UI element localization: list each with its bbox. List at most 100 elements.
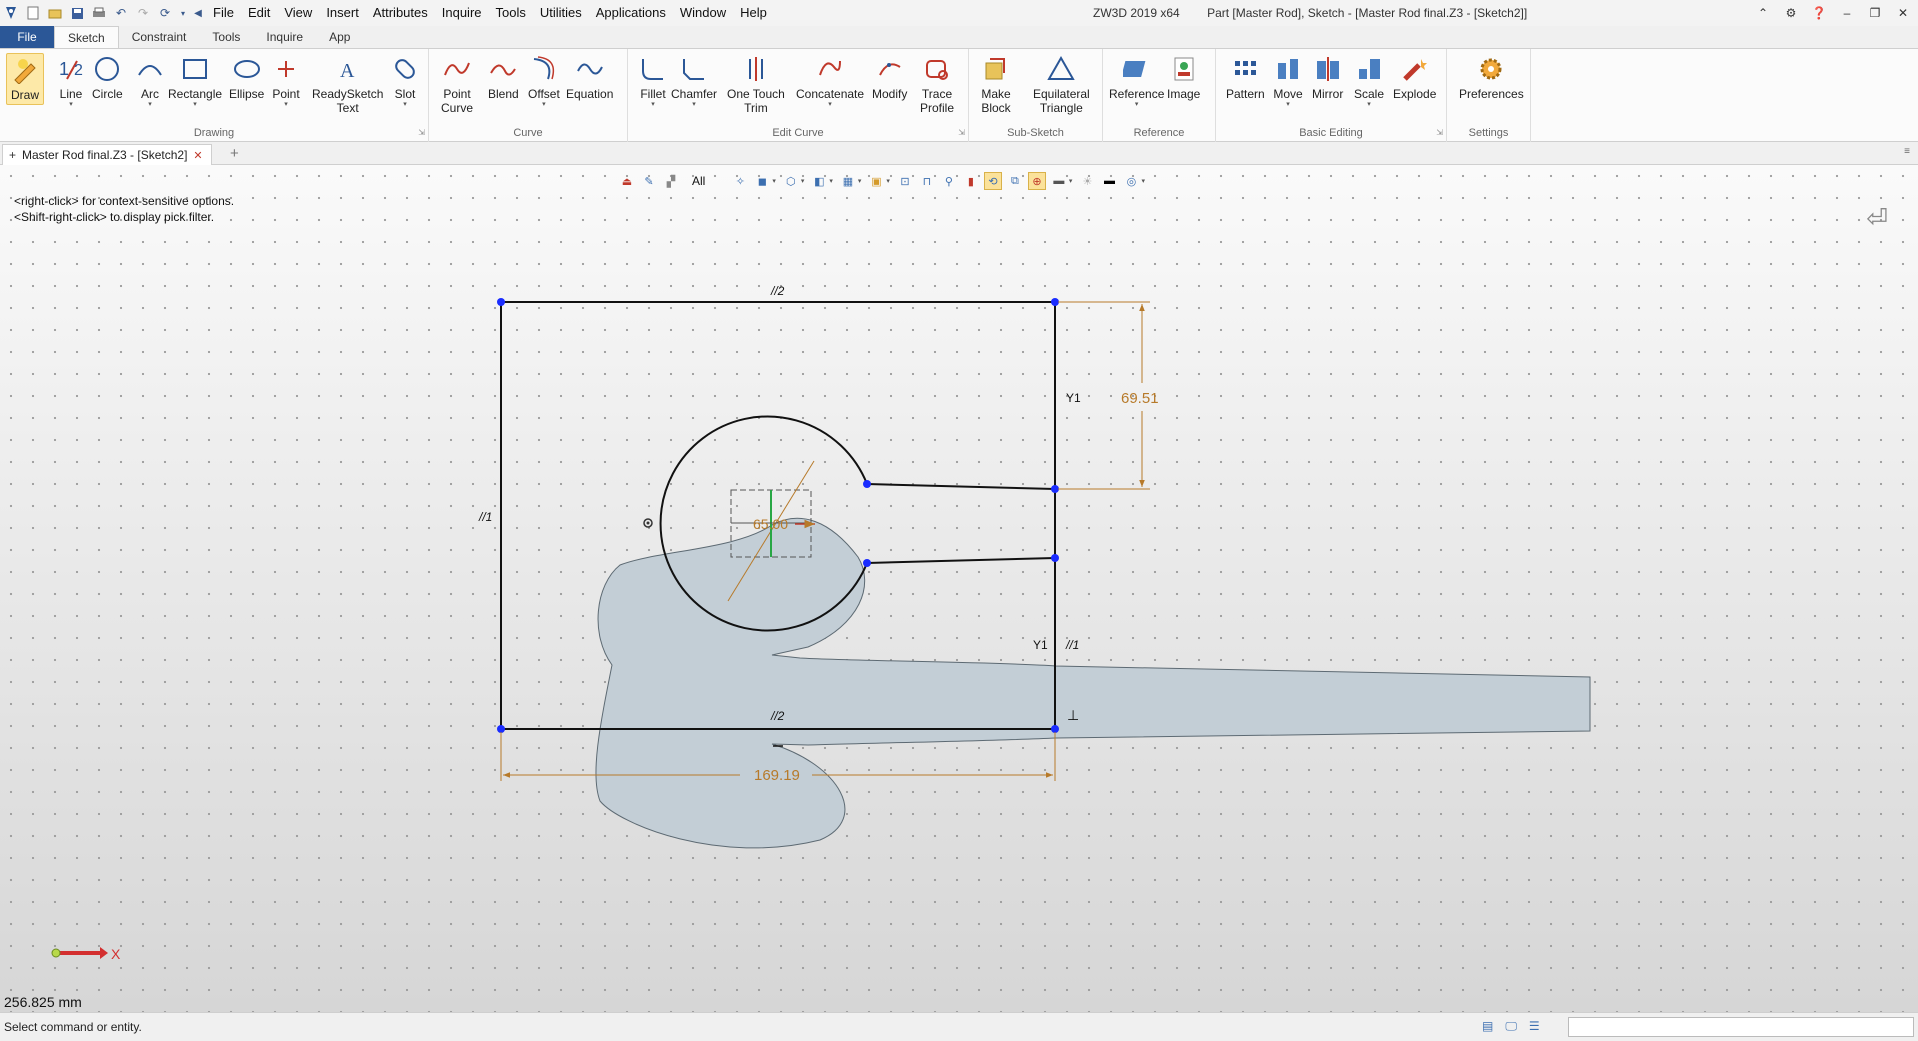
menu-view[interactable]: View xyxy=(277,0,319,26)
offset-button[interactable]: Offset ▾ xyxy=(528,53,560,109)
neck-lower-edge[interactable] xyxy=(866,557,1056,564)
tab-sketch[interactable]: Sketch xyxy=(54,26,119,48)
pattern-button[interactable]: Pattern xyxy=(1226,53,1265,101)
x-axis-indicator: X xyxy=(51,946,121,962)
text-icon: A xyxy=(333,53,363,85)
dialog-launcher-icon[interactable]: ⇲ xyxy=(958,128,965,137)
diameter-dimension[interactable]: 65.00 xyxy=(753,516,788,532)
settings-gear-icon[interactable]: ⚙ xyxy=(1782,6,1800,20)
sketch-viewport[interactable]: <right-click> for context-sensitive opti… xyxy=(0,165,1918,1012)
make-block-button[interactable]: Make Block xyxy=(981,53,1011,115)
open-folder-icon[interactable] xyxy=(47,5,63,21)
menu-edit[interactable]: Edit xyxy=(241,0,277,26)
add-tab-icon[interactable]: + xyxy=(230,145,239,162)
menu-inquire[interactable]: Inquire xyxy=(435,0,489,26)
point-curve-button[interactable]: Point Curve xyxy=(441,53,473,115)
menu-utilities[interactable]: Utilities xyxy=(533,0,589,26)
fillet-button[interactable]: Fillet ▾ xyxy=(638,53,668,109)
menu-applications[interactable]: Applications xyxy=(589,0,673,26)
menu-insert[interactable]: Insert xyxy=(319,0,366,26)
preferences-button[interactable]: Preferences xyxy=(1459,53,1524,101)
one-touch-trim-button[interactable]: One Touch Trim xyxy=(727,53,785,115)
move-button[interactable]: Move ▾ xyxy=(1273,53,1303,109)
line-button[interactable]: 12 Line ▾ xyxy=(56,53,86,109)
chamfer-button[interactable]: Chamfer ▾ xyxy=(671,53,717,109)
point-button[interactable]: Point ▾ xyxy=(271,53,301,109)
parallel-constraint-left[interactable]: //1 xyxy=(478,510,492,524)
image-button[interactable]: Image xyxy=(1167,53,1200,101)
tab-app[interactable]: App xyxy=(316,26,363,48)
circle-button[interactable]: Circle xyxy=(92,53,123,101)
vertex-rect-upper[interactable] xyxy=(1051,485,1059,493)
menu-tools[interactable]: Tools xyxy=(489,0,533,26)
vertex-neck-lower[interactable] xyxy=(863,559,871,567)
parallel-constraint-right[interactable]: //1 xyxy=(1065,638,1079,652)
rectangle-button[interactable]: Rectangle ▾ xyxy=(168,53,222,109)
neck-upper-edge[interactable] xyxy=(866,483,1056,490)
menu-help[interactable]: Help xyxy=(733,0,774,26)
vertex-bottom-left[interactable] xyxy=(497,725,505,733)
tab-constraint[interactable]: Constraint xyxy=(119,26,200,48)
tab-inquire[interactable]: Inquire xyxy=(253,26,316,48)
perpendicular-constraint-lower[interactable]: Y1 xyxy=(1033,638,1048,652)
perpendicular-constraint-upper[interactable]: Y1 xyxy=(1066,391,1081,405)
trace-profile-button[interactable]: Trace Profile xyxy=(920,53,954,115)
ribbon-collapse-icon[interactable]: ⌃ xyxy=(1754,6,1772,20)
parallel-constraint-top[interactable]: //2 xyxy=(770,284,785,298)
vertex-bottom-right[interactable] xyxy=(1051,725,1059,733)
perpendicular-symbol[interactable]: ⊥ xyxy=(1067,707,1079,723)
preferences-gear-icon xyxy=(1476,53,1506,85)
new-file-icon[interactable] xyxy=(25,5,41,21)
monitor-icon[interactable]: 🖵 xyxy=(1505,1019,1517,1034)
menu-window[interactable]: Window xyxy=(673,0,733,26)
list-view-icon[interactable]: ☰ xyxy=(1529,1019,1540,1034)
mirror-button[interactable]: Mirror xyxy=(1312,53,1343,101)
menu-file[interactable]: File xyxy=(206,0,241,26)
redo-icon[interactable]: ↷ xyxy=(135,5,151,21)
width-dimension[interactable]: 169.19 xyxy=(754,767,800,784)
arc-button[interactable]: Arc ▾ xyxy=(135,53,165,109)
eq-tri-label-1: Equilateral xyxy=(1033,87,1090,101)
blend-button[interactable]: Blend xyxy=(488,53,519,101)
close-button[interactable]: ✕ xyxy=(1894,6,1912,20)
close-tab-icon[interactable]: ✕ xyxy=(193,149,202,162)
collapse-arrow-icon[interactable]: ◀ xyxy=(193,5,203,21)
print-icon[interactable] xyxy=(91,5,107,21)
save-icon[interactable] xyxy=(69,5,85,21)
vertex-top-right[interactable] xyxy=(1051,298,1059,306)
mirror-label: Mirror xyxy=(1312,87,1344,101)
draw-button[interactable]: Draw xyxy=(6,53,44,105)
readysketch-text-button[interactable]: A ReadySketch Text xyxy=(312,53,383,115)
parallel-constraint-bottom[interactable]: //2 xyxy=(770,709,785,723)
rod-profile-region[interactable] xyxy=(595,517,1591,849)
ellipse-button[interactable]: Ellipse xyxy=(229,53,264,101)
modify-button[interactable]: Modify xyxy=(872,53,907,101)
tab-tools[interactable]: Tools xyxy=(199,26,253,48)
command-input-field[interactable] xyxy=(1568,1017,1914,1037)
vertex-rect-lower[interactable] xyxy=(1051,554,1059,562)
slot-button[interactable]: Slot ▾ xyxy=(390,53,420,109)
reference-button[interactable]: Reference ▾ xyxy=(1109,53,1164,109)
concatenate-button[interactable]: Concatenate ▾ xyxy=(796,53,864,109)
sketch-canvas[interactable]: 65.00 69.51 169.19 //2 //2 //1 //1 Y1 Y1… xyxy=(0,165,1918,1012)
scale-button[interactable]: Scale ▾ xyxy=(1354,53,1384,109)
equilateral-triangle-button[interactable]: Equilateral Triangle xyxy=(1033,53,1090,115)
dialog-launcher-icon[interactable]: ⇲ xyxy=(418,128,425,137)
dialog-launcher-icon[interactable]: ⇲ xyxy=(1436,128,1443,137)
tab-file[interactable]: File xyxy=(0,26,54,48)
tab-list-menu-icon[interactable]: ≡ xyxy=(1904,146,1910,157)
explode-button[interactable]: Explode xyxy=(1393,53,1436,101)
restore-button[interactable]: ❐ xyxy=(1866,6,1884,20)
undo-icon[interactable]: ↶ xyxy=(113,5,129,21)
menu-attributes[interactable]: Attributes xyxy=(366,0,435,26)
minimize-button[interactable]: – xyxy=(1838,6,1856,20)
repeat-icon[interactable]: ⟳ xyxy=(157,5,173,21)
help-icon[interactable]: ❓ xyxy=(1810,6,1828,20)
equation-button[interactable]: Equation xyxy=(566,53,613,101)
height-dimension[interactable]: 69.51 xyxy=(1121,390,1159,407)
vertex-neck-upper[interactable] xyxy=(863,480,871,488)
vertex-top-left[interactable] xyxy=(497,298,505,306)
dropdown-icon[interactable]: ▾ xyxy=(179,5,187,21)
calculator-icon[interactable]: ▤ xyxy=(1482,1019,1493,1034)
document-tab[interactable]: + Master Rod final.Z3 - [Sketch2] ✕ xyxy=(2,144,212,165)
